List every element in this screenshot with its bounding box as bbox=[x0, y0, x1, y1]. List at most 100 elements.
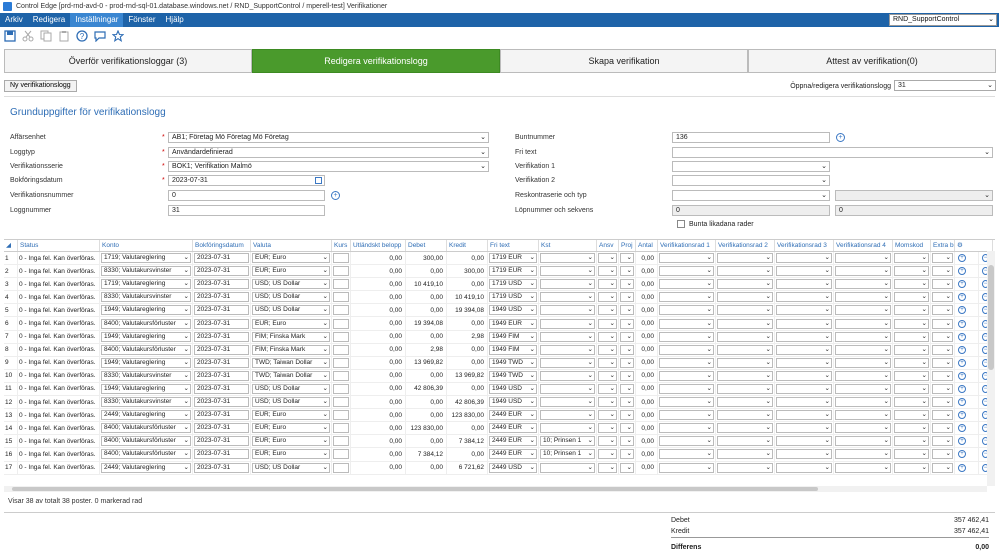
fritext-select[interactable]: 1949 FIM ⌄ bbox=[489, 344, 537, 355]
proj-select[interactable]: ⌄ bbox=[620, 253, 634, 264]
chat-icon[interactable] bbox=[93, 29, 107, 43]
verrad1-select[interactable]: ⌄ bbox=[659, 449, 714, 460]
proj-select[interactable]: ⌄ bbox=[620, 383, 634, 394]
utl-belopp-cell[interactable]: 0,00 bbox=[351, 422, 406, 435]
add-row-icon[interactable]: + bbox=[958, 437, 966, 446]
antal-cell[interactable]: 0,00 bbox=[636, 317, 658, 330]
plus-icon[interactable]: + bbox=[836, 133, 845, 142]
kredit-cell[interactable]: 10 419,10 bbox=[447, 291, 488, 304]
ansv-select[interactable]: ⌄ bbox=[598, 383, 617, 394]
proj-select[interactable]: ⌄ bbox=[620, 449, 634, 460]
kredit-cell[interactable]: 0,00 bbox=[447, 356, 488, 369]
kredit-cell[interactable]: 0,00 bbox=[447, 343, 488, 356]
ansv-select[interactable]: ⌄ bbox=[598, 344, 617, 355]
kredit-cell[interactable]: 300,00 bbox=[447, 265, 488, 278]
debet-cell[interactable]: 0,00 bbox=[406, 396, 447, 409]
verrad1-select[interactable]: ⌄ bbox=[659, 266, 714, 277]
verrad4-select[interactable]: ⌄ bbox=[835, 318, 891, 329]
kst-select[interactable]: ⌄ bbox=[540, 318, 595, 329]
add-row-icon[interactable]: + bbox=[958, 450, 966, 459]
valuta-select[interactable]: USD; US Dollar ⌄ bbox=[252, 305, 330, 316]
ansv-select[interactable]: ⌄ bbox=[598, 410, 617, 421]
momskod-select[interactable]: ⌄ bbox=[894, 449, 929, 460]
fritext-select[interactable]: 1949 USD ⌄ bbox=[489, 397, 537, 408]
verrad4-select[interactable]: ⌄ bbox=[835, 253, 891, 264]
bokforingsdatum-input[interactable]: 2023-07-31 bbox=[168, 175, 325, 186]
momskod-select[interactable]: ⌄ bbox=[894, 383, 929, 394]
extra-select[interactable]: ⌄ bbox=[932, 449, 953, 460]
paste-icon[interactable] bbox=[57, 29, 71, 43]
copy-icon[interactable] bbox=[39, 29, 53, 43]
kredit-cell[interactable]: 7 384,12 bbox=[447, 435, 488, 448]
proj-select[interactable]: ⌄ bbox=[620, 357, 634, 368]
column-header[interactable]: Status bbox=[18, 240, 100, 251]
fritext-select[interactable]: 2449 EUR ⌄ bbox=[489, 410, 537, 421]
utl-belopp-cell[interactable]: 0,00 bbox=[351, 435, 406, 448]
table-row[interactable]: 12 0 - Inga fel. Kan överföras. 8330; Valu… bbox=[4, 396, 995, 410]
konto-select[interactable]: 8400; Valutakursförluster ⌄ bbox=[101, 318, 191, 329]
verrad4-select[interactable]: ⌄ bbox=[835, 449, 891, 460]
verrad1-select[interactable]: ⌄ bbox=[659, 462, 714, 473]
kredit-cell[interactable]: 42 806,39 bbox=[447, 396, 488, 409]
kurs-input[interactable] bbox=[333, 462, 349, 473]
proj-select[interactable]: ⌄ bbox=[620, 436, 634, 447]
extra-select[interactable]: ⌄ bbox=[932, 383, 953, 394]
column-header[interactable]: Ansv bbox=[597, 240, 619, 251]
verrad4-select[interactable]: ⌄ bbox=[835, 436, 891, 447]
ansv-select[interactable]: ⌄ bbox=[598, 305, 617, 316]
valuta-select[interactable]: EUR; Euro ⌄ bbox=[252, 253, 330, 264]
kurs-input[interactable] bbox=[333, 410, 349, 421]
debet-cell[interactable]: 2,98 bbox=[406, 343, 447, 356]
proj-select[interactable]: ⌄ bbox=[620, 370, 634, 381]
verrad4-select[interactable]: ⌄ bbox=[835, 357, 891, 368]
kurs-input[interactable] bbox=[333, 279, 349, 290]
fritext-select[interactable]: 1719 USD ⌄ bbox=[489, 292, 537, 303]
konto-select[interactable]: 1949; Valutareglering ⌄ bbox=[101, 331, 191, 342]
table-row[interactable]: 20 - Inga fel. Kan överföras. 8330; Valut… bbox=[4, 265, 995, 279]
tab-overfor[interactable]: Överför verifikationsloggar (3) bbox=[4, 49, 252, 73]
proj-select[interactable]: ⌄ bbox=[620, 423, 634, 434]
ansv-select[interactable]: ⌄ bbox=[598, 318, 617, 329]
loggnummer-input[interactable]: 31 bbox=[168, 205, 325, 216]
verrad2-select[interactable]: ⌄ bbox=[717, 370, 773, 381]
kst-select[interactable]: ⌄ bbox=[540, 462, 595, 473]
antal-cell[interactable]: 0,00 bbox=[636, 330, 658, 343]
extra-select[interactable]: ⌄ bbox=[932, 357, 953, 368]
fritext-select[interactable]: 1949 TWD ⌄ bbox=[489, 370, 537, 381]
date-input[interactable]: 2023-07-31 bbox=[194, 410, 249, 421]
help-icon[interactable]: ? bbox=[75, 29, 89, 43]
date-input[interactable]: 2023-07-31 bbox=[194, 423, 249, 434]
verrad3-select[interactable]: ⌄ bbox=[776, 266, 832, 277]
utl-belopp-cell[interactable]: 0,00 bbox=[351, 369, 406, 382]
verrad1-select[interactable]: ⌄ bbox=[659, 305, 714, 316]
utl-belopp-cell[interactable]: 0,00 bbox=[351, 396, 406, 409]
kurs-input[interactable] bbox=[333, 449, 349, 460]
kurs-input[interactable] bbox=[333, 357, 349, 368]
verrad3-select[interactable]: ⌄ bbox=[776, 370, 832, 381]
verrad1-select[interactable]: ⌄ bbox=[659, 383, 714, 394]
debet-cell[interactable]: 0,00 bbox=[406, 369, 447, 382]
kredit-cell[interactable]: 19 394,08 bbox=[447, 304, 488, 317]
date-input[interactable]: 2023-07-31 bbox=[194, 462, 249, 473]
column-header[interactable]: Utländskt belopp bbox=[351, 240, 406, 251]
konto-select[interactable]: 2449; Valutareglering ⌄ bbox=[101, 410, 191, 421]
utl-belopp-cell[interactable]: 0,00 bbox=[351, 330, 406, 343]
proj-select[interactable]: ⌄ bbox=[620, 266, 634, 277]
new-log-button[interactable]: Ny verifikationslogg bbox=[4, 80, 77, 92]
valuta-select[interactable]: FIM; Finska Mark ⌄ bbox=[252, 344, 330, 355]
momskod-select[interactable]: ⌄ bbox=[894, 266, 929, 277]
debet-cell[interactable]: 300,00 bbox=[406, 252, 447, 265]
debet-cell[interactable]: 0,00 bbox=[406, 435, 447, 448]
fritext-select[interactable]: 2449 EUR ⌄ bbox=[489, 436, 537, 447]
konto-select[interactable]: 1719; Valutareglering ⌄ bbox=[101, 279, 191, 290]
table-row[interactable]: 10 0 - Inga fel. Kan överföras. 8330; Valu… bbox=[4, 369, 995, 383]
ansv-select[interactable]: ⌄ bbox=[598, 397, 617, 408]
proj-select[interactable]: ⌄ bbox=[620, 305, 634, 316]
kredit-cell[interactable]: 6 721,62 bbox=[447, 461, 488, 474]
verrad1-select[interactable]: ⌄ bbox=[659, 344, 714, 355]
fritext-select[interactable]: 1949 USD ⌄ bbox=[489, 383, 537, 394]
table-row[interactable]: 80 - Inga fel. Kan överföras. 8400; Valut… bbox=[4, 343, 995, 357]
proj-select[interactable]: ⌄ bbox=[620, 279, 634, 290]
debet-cell[interactable]: 7 384,12 bbox=[406, 448, 447, 461]
debet-cell[interactable]: 0,00 bbox=[406, 330, 447, 343]
